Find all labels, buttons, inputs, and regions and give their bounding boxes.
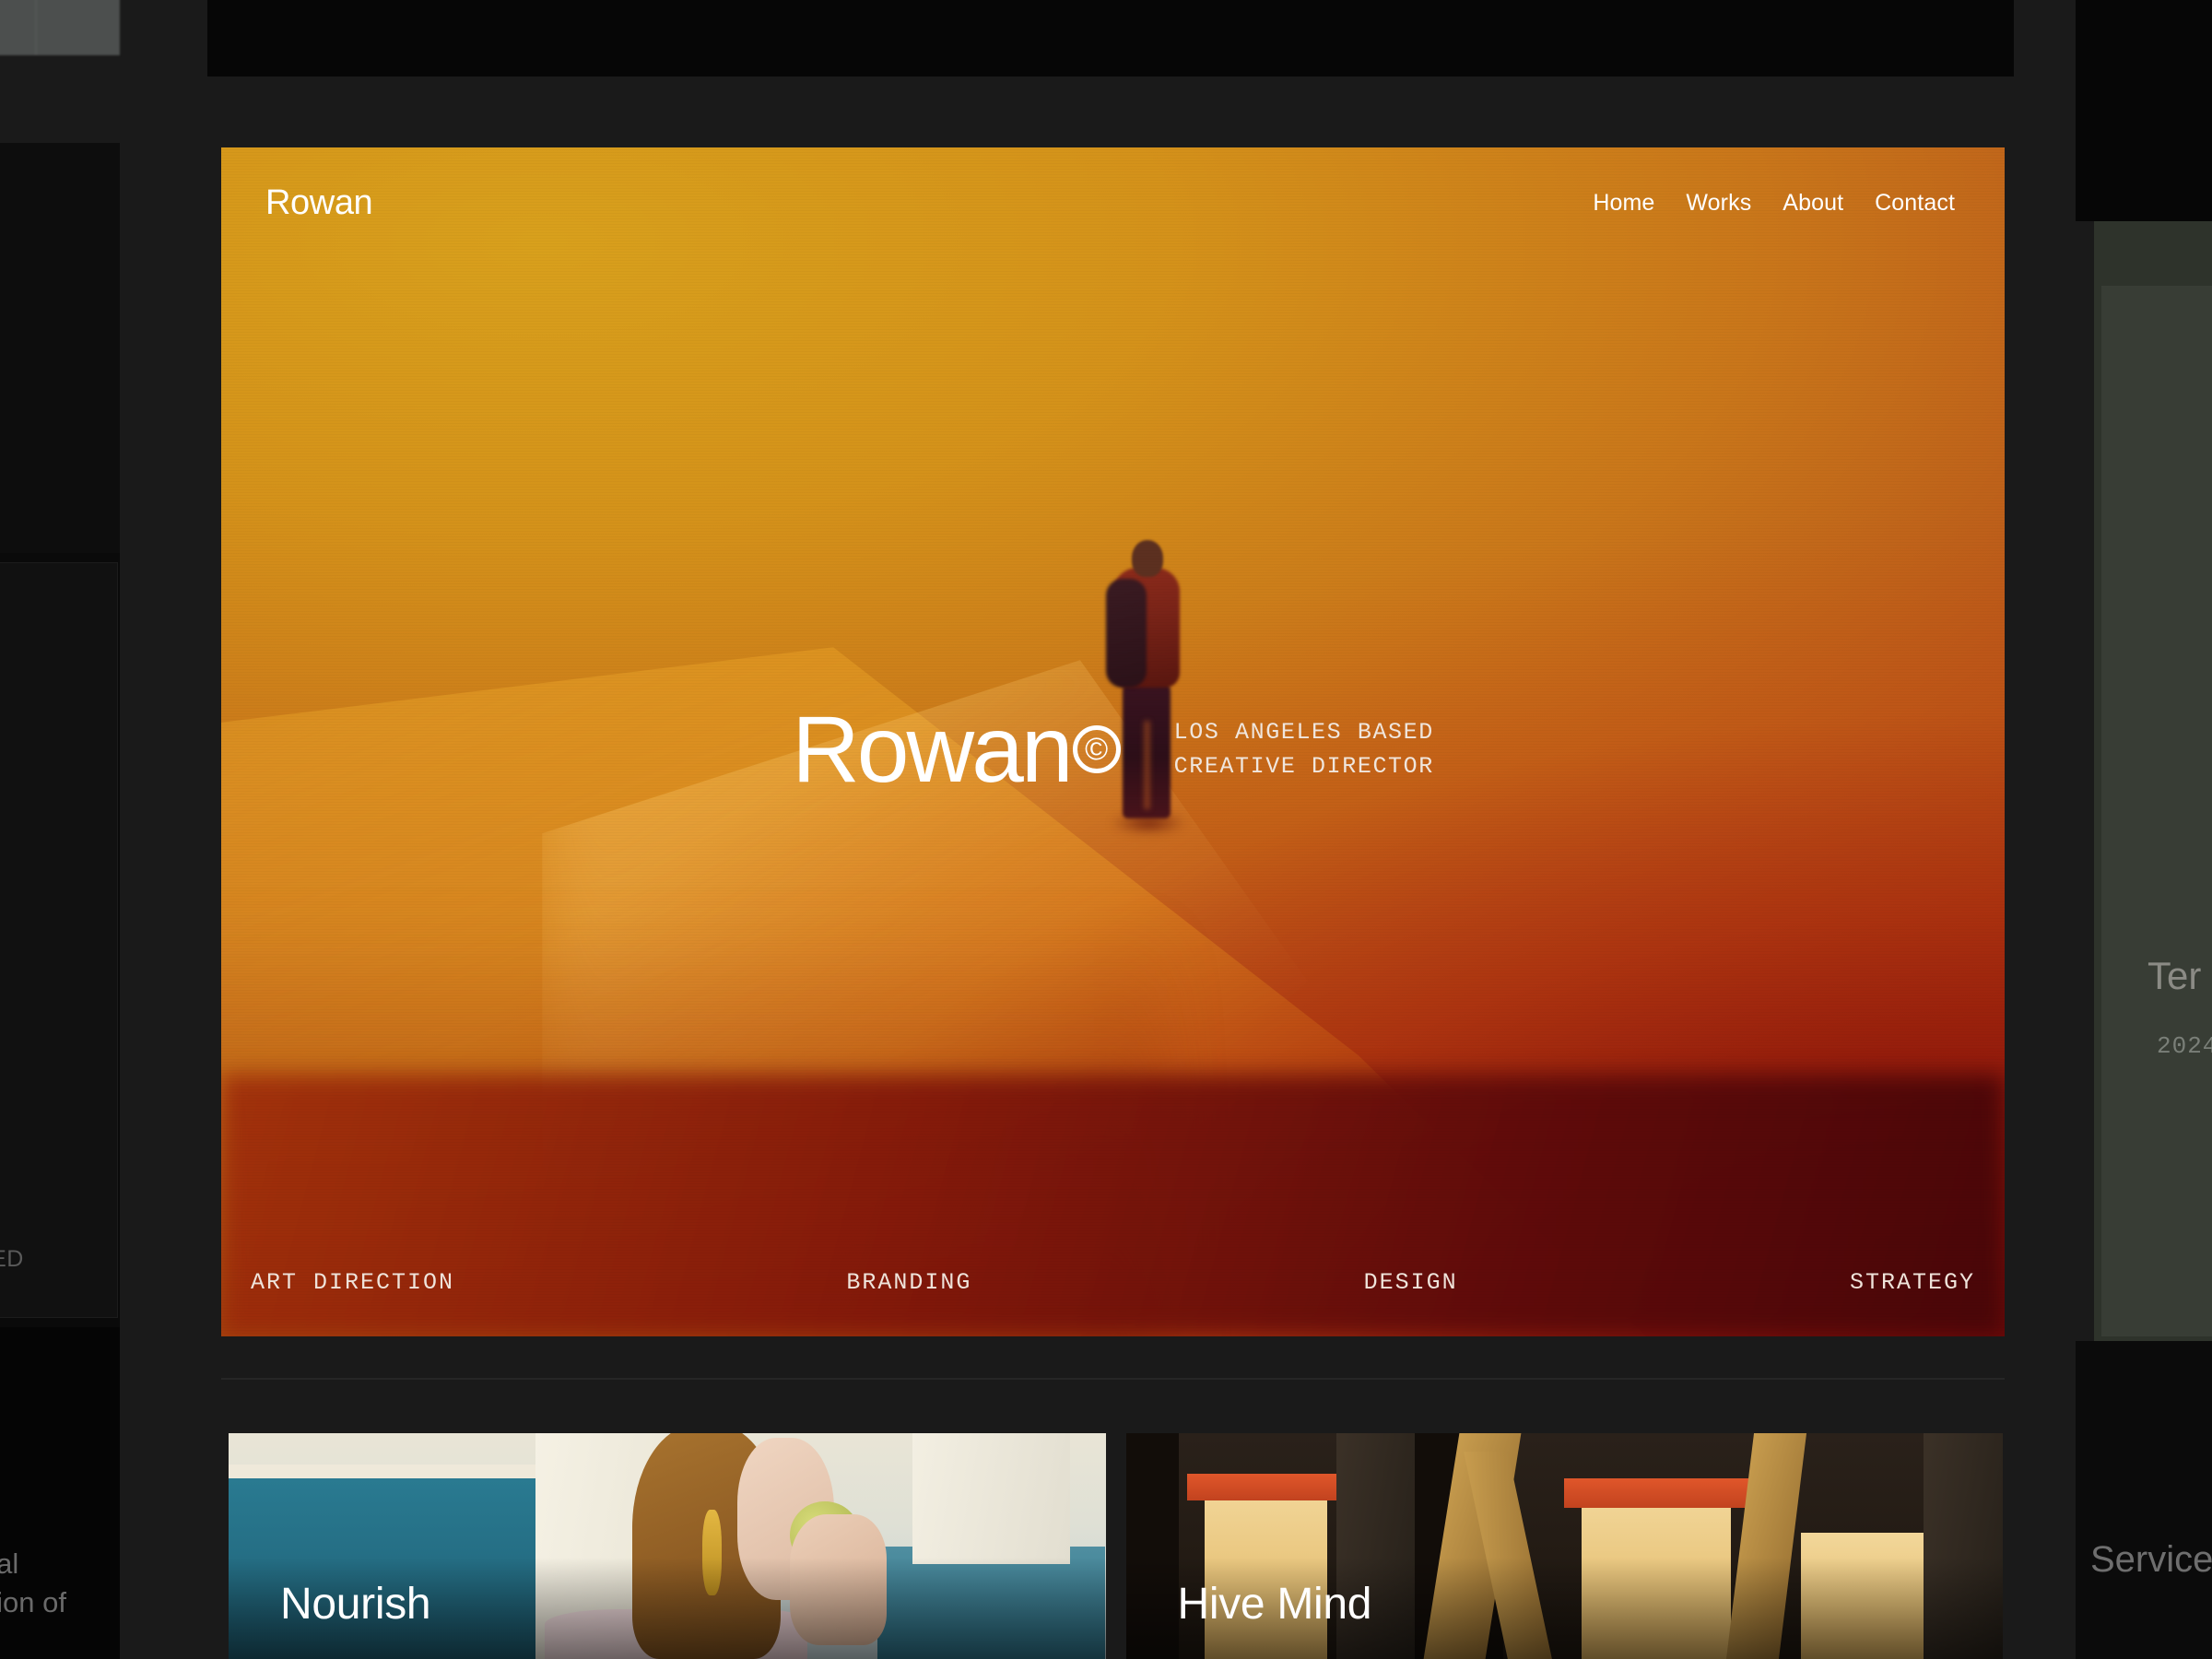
service-design[interactable]: DESIGN bbox=[1364, 1269, 1458, 1296]
background-top-bar bbox=[207, 0, 2014, 76]
section-divider bbox=[221, 1378, 2005, 1380]
background-right-fragment-year: 2024 bbox=[2157, 1032, 2212, 1060]
background-panel-top-left bbox=[0, 0, 120, 55]
work-card-nourish[interactable]: Nourish bbox=[229, 1433, 1106, 1659]
work-card-title: Hive Mind bbox=[1178, 1579, 1372, 1630]
background-right-card-green-inner bbox=[2101, 286, 2212, 1336]
background-left-fragment-bottom: stal ction of bbox=[0, 1545, 122, 1622]
background-left-card-inner bbox=[0, 562, 118, 1318]
copyright-icon: © bbox=[1073, 725, 1121, 773]
work-cards-row: Nourish Hive Mind bbox=[229, 1433, 2003, 1659]
hero-wordmark: Rowan bbox=[792, 702, 1071, 796]
hero-services-row: ART DIRECTION BRANDING DESIGN STRATEGY bbox=[221, 1269, 2005, 1296]
nav-item-home[interactable]: Home bbox=[1593, 190, 1654, 217]
copyright-glyph: © bbox=[1085, 734, 1108, 765]
hero-subtitle: LOS ANGELES BASED CREATIVE DIRECTOR bbox=[1174, 715, 1434, 784]
background-right-fragment-title: Ter bbox=[2147, 954, 2201, 998]
service-strategy[interactable]: STRATEGY bbox=[1850, 1269, 1975, 1296]
service-art-direction[interactable]: ART DIRECTION bbox=[251, 1269, 454, 1296]
brand-logo[interactable]: Rowan bbox=[265, 183, 372, 223]
background-right-fragment-bottom: Service bbox=[2090, 1539, 2212, 1581]
nav-links: Home Works About Contact bbox=[1593, 190, 1960, 217]
nav-item-contact[interactable]: Contact bbox=[1875, 190, 1955, 217]
background-right-card-bottom bbox=[2076, 1341, 2212, 1659]
background-left-fragment-top: ERVED bbox=[0, 1246, 72, 1273]
work-card-title: Nourish bbox=[280, 1579, 430, 1630]
background-left-card-upper bbox=[0, 143, 120, 558]
service-branding[interactable]: BRANDING bbox=[846, 1269, 971, 1296]
nav-item-works[interactable]: Works bbox=[1686, 190, 1751, 217]
hero-section: Rowan Home Works About Contact Rowan © L… bbox=[221, 147, 2005, 1336]
work-card-hive-mind[interactable]: Hive Mind bbox=[1126, 1433, 2004, 1659]
nav-item-about[interactable]: About bbox=[1783, 190, 1843, 217]
hero-lockup: Rowan © LOS ANGELES BASED CREATIVE DIREC… bbox=[221, 147, 2005, 1336]
hero-navbar: Rowan Home Works About Contact bbox=[221, 147, 2005, 258]
background-right-card-top bbox=[2076, 0, 2212, 221]
